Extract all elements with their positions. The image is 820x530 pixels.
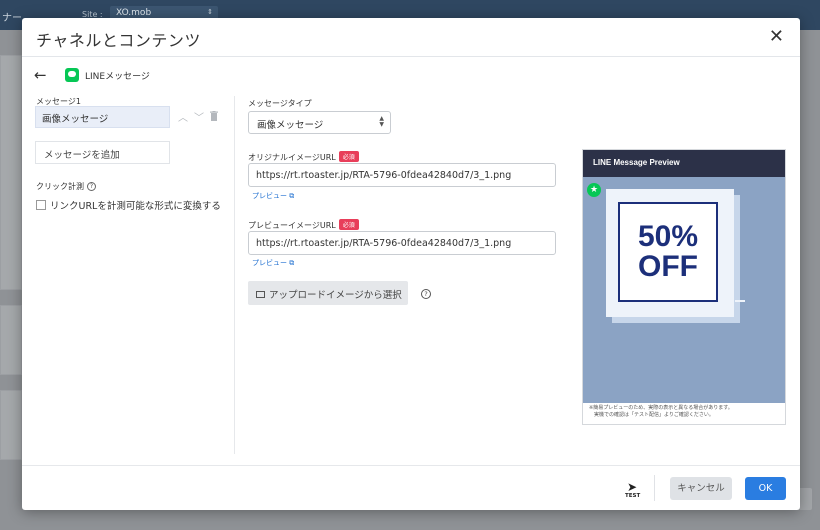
required-badge: 必須 — [338, 219, 359, 230]
ok-button[interactable]: OK — [745, 477, 786, 500]
preview-note: ※簡易プレビューのため、実際の表示と異なる場合があります。 実機での確認は「テス… — [589, 405, 733, 418]
preview-link-text: プレビュー — [252, 259, 287, 267]
modal-title: チャネルとコンテンツ — [36, 31, 201, 50]
external-link-icon: ⧉ — [289, 192, 295, 200]
original-preview-link[interactable]: プレビュー ⧉ — [252, 191, 294, 201]
line-preview-panel: LINE Message Preview ★ 50% OFF ※簡易プレビューの… — [582, 149, 786, 425]
preview-url-label: プレビューイメージURL 必須 — [248, 219, 359, 231]
decorative-dash — [735, 300, 745, 302]
column-divider — [234, 96, 235, 454]
channel-content-modal: チャネルとコンテンツ ✕ ← LINEメッセージ メッセージ1 画像メッセージ … — [22, 18, 800, 510]
modal-header: チャネルとコンテンツ ✕ — [22, 18, 800, 57]
promo-percent: 50% — [637, 220, 699, 253]
bg-card — [0, 305, 22, 375]
required-badge: 必須 — [338, 151, 359, 162]
trash-icon-svg — [210, 111, 218, 121]
footer-divider — [22, 465, 800, 466]
footer-separator — [654, 475, 655, 501]
promo-frame: 50% OFF — [618, 202, 718, 302]
line-logo-icon — [65, 68, 79, 82]
paper-plane-icon: ➤ — [627, 480, 638, 494]
original-url-label: オリジナルイメージURL 必須 — [248, 151, 359, 163]
promo-off: OFF — [638, 250, 698, 283]
upload-image-button[interactable]: アップロードイメージから選択 — [248, 281, 408, 305]
select-arrows-icon: ▲ ▼ — [379, 115, 384, 128]
external-link-icon: ⧉ — [289, 259, 295, 267]
preview-chat-area: ★ 50% OFF — [583, 177, 785, 403]
image-icon — [256, 291, 265, 298]
move-up-icon[interactable]: ︿ — [178, 109, 188, 124]
move-down-icon[interactable]: ﹀ — [194, 109, 204, 124]
select-arrows-icon: ⇕ — [207, 8, 213, 16]
star-icon: ★ — [587, 183, 601, 197]
link-conversion-option[interactable]: リンクURLを計測可能な形式に変換する — [36, 198, 221, 212]
message-type-label: メッセージタイプ — [248, 99, 312, 108]
promo-image: 50% OFF — [606, 189, 734, 317]
preview-image-link[interactable]: プレビュー ⧉ — [252, 258, 294, 268]
original-url-input[interactable]: https://rt.rtoaster.jp/RTA-5796-0fdea428… — [248, 163, 556, 187]
preview-header: LINE Message Preview — [583, 150, 785, 177]
bg-card — [0, 390, 22, 460]
app-brand: ナー — [2, 13, 22, 24]
close-icon[interactable]: ✕ — [769, 26, 784, 47]
test-label: TEST — [625, 493, 641, 499]
back-arrow-icon[interactable]: ← — [34, 66, 47, 84]
link-conversion-label: リンクURLを計測可能な形式に変換する — [50, 201, 221, 212]
promo-text: 50% OFF — [620, 222, 716, 282]
preview-url-label-text: プレビューイメージURL — [248, 221, 336, 230]
click-tracking-text: クリック計測 — [36, 182, 84, 191]
message-item-1[interactable]: 画像メッセージ — [35, 106, 170, 128]
site-select-value: XO.mob — [116, 8, 152, 18]
test-send-icon[interactable]: ➤ TEST — [625, 480, 643, 500]
help-icon[interactable]: ? — [421, 289, 431, 299]
message-type-value: 画像メッセージ — [257, 120, 324, 131]
preview-url-input[interactable]: https://rt.rtoaster.jp/RTA-5796-0fdea428… — [248, 231, 556, 255]
help-icon[interactable]: ? — [87, 182, 96, 191]
preview-link-text: プレビュー — [252, 192, 287, 200]
add-message-button[interactable]: メッセージを追加 — [35, 141, 170, 164]
channel-subheader: ← LINEメッセージ — [22, 65, 222, 87]
original-url-label-text: オリジナルイメージURL — [248, 153, 336, 162]
message-type-select[interactable]: 画像メッセージ ▲ ▼ — [248, 111, 391, 134]
trash-icon[interactable] — [210, 111, 218, 123]
bg-card — [0, 55, 22, 290]
channel-label: LINEメッセージ — [85, 72, 150, 82]
upload-button-label: アップロードイメージから選択 — [269, 290, 402, 301]
click-tracking-label: クリック計測? — [36, 181, 96, 192]
link-conversion-checkbox[interactable] — [36, 200, 46, 210]
cancel-button[interactable]: キャンセル — [670, 477, 732, 500]
